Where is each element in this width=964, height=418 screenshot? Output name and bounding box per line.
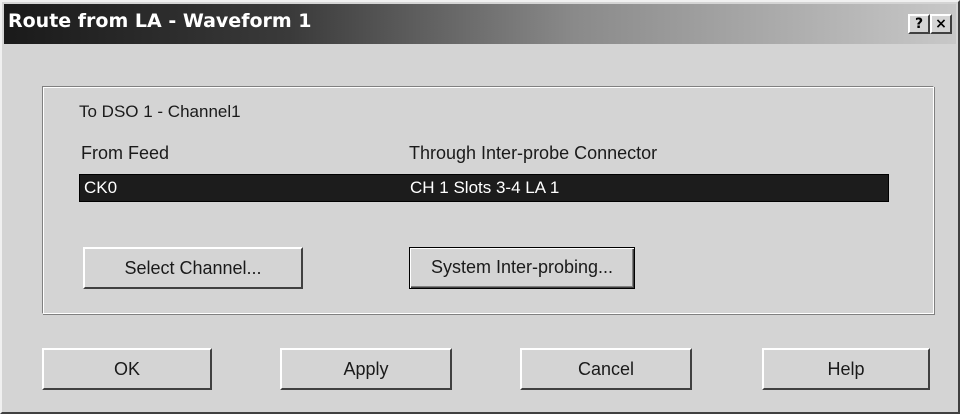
routing-group: To DSO 1 - Channel1 From Feed Through In… — [42, 86, 934, 314]
route-through-cell: CH 1 Slots 3-4 LA 1 — [410, 178, 560, 197]
help-icon[interactable]: ? — [908, 14, 930, 34]
system-interprobing-button[interactable]: System Inter-probing... — [409, 247, 635, 289]
ok-button[interactable]: OK — [42, 348, 212, 390]
column-header-through-connector: Through Inter-probe Connector — [409, 143, 658, 163]
route-from-cell: CK0 — [84, 178, 118, 197]
close-icon[interactable]: × — [930, 14, 952, 34]
help-button[interactable]: Help — [762, 348, 930, 390]
title-bar[interactable]: Route from LA - Waveform 1 ? × — [4, 4, 956, 44]
cancel-button[interactable]: Cancel — [520, 348, 692, 390]
apply-button[interactable]: Apply — [280, 348, 452, 390]
select-channel-button[interactable]: Select Channel... — [83, 247, 303, 289]
route-dialog: Route from LA - Waveform 1 ? × To DSO 1 … — [0, 0, 960, 414]
column-header-from-feed: From Feed — [81, 143, 170, 163]
window-title: Route from LA - Waveform 1 — [8, 10, 312, 32]
destination-label: To DSO 1 - Channel1 — [79, 102, 241, 121]
selected-route-row[interactable]: CK0 CH 1 Slots 3-4 LA 1 — [79, 174, 889, 202]
